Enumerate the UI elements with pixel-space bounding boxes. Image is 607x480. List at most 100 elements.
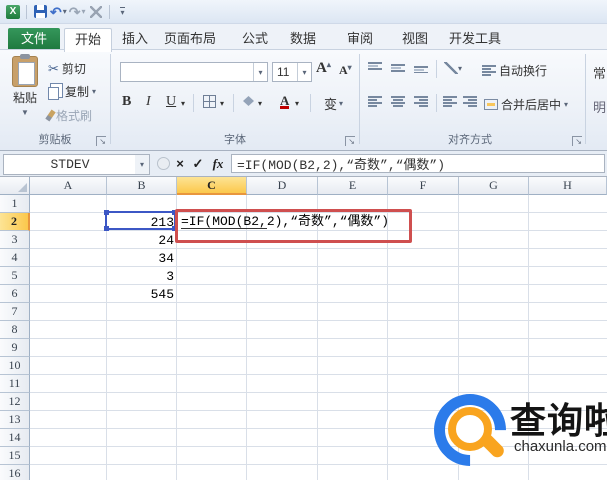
increase-indent-button[interactable] (463, 96, 477, 107)
borders-button[interactable] (203, 95, 216, 108)
row-header-14[interactable]: 14 (0, 429, 30, 447)
column-header-G[interactable]: G (459, 177, 529, 195)
cell-B3[interactable]: 24 (108, 232, 174, 249)
decrease-indent-button[interactable] (443, 96, 457, 107)
watermark-title: 查询啦 (510, 401, 607, 441)
row-header-5[interactable]: 5 (0, 267, 30, 285)
select-all-corner[interactable] (0, 177, 30, 195)
selection-handle[interactable] (104, 226, 109, 231)
tab-home[interactable]: 开始 (64, 28, 112, 52)
tab-developer[interactable]: 开发工具 (442, 28, 508, 49)
tools-button[interactable] (88, 3, 104, 21)
alignment-dialog-launcher-icon[interactable]: ↘ (572, 136, 582, 146)
copy-label: 复制 (65, 85, 90, 99)
align-left-button[interactable] (368, 96, 382, 107)
tab-review[interactable]: 审阅 (340, 28, 380, 49)
column-header-H[interactable]: H (529, 177, 607, 195)
tab-insert[interactable]: 插入 (116, 28, 154, 49)
insert-function-button[interactable]: fx (208, 154, 228, 173)
formula-input[interactable]: =IF(MOD(B2,2),“奇数”,“偶数”) (231, 154, 605, 173)
font-size-combo[interactable]: 11 ▾ (272, 62, 312, 82)
row-header-9[interactable]: 9 (0, 339, 30, 357)
format-painter-button[interactable]: 格式刷 (45, 107, 93, 124)
cut-button[interactable]: ✂ 剪切 (48, 60, 86, 77)
format-painter-label: 格式刷 (56, 109, 93, 123)
phonetic-button[interactable]: 变 ▾ (324, 94, 343, 113)
tab-page-layout[interactable]: 页面布局 (160, 28, 220, 49)
cell-B6[interactable]: 545 (108, 286, 174, 303)
save-button[interactable] (32, 3, 48, 21)
clipboard-group-label: 剪贴板 (38, 134, 72, 146)
column-header-A[interactable]: A (30, 177, 107, 195)
paste-dropdown-icon: ▼ (21, 108, 29, 117)
font-color-button[interactable]: A (280, 94, 290, 109)
increase-indent-icon (463, 96, 477, 107)
bold-button[interactable]: B (122, 94, 131, 110)
row-header-2[interactable]: 2 (0, 213, 30, 231)
cell-B4[interactable]: 34 (108, 250, 174, 267)
fill-color-button[interactable] (243, 96, 254, 106)
shrink-font-button[interactable]: A ▾ (339, 63, 352, 78)
name-box[interactable]: STDEV (3, 154, 137, 175)
undo-button[interactable]: ↶ ▾ (50, 3, 67, 21)
row-header-15[interactable]: 15 (0, 447, 30, 465)
font-color-dropdown-icon[interactable]: ▾ (295, 99, 299, 108)
middle-align-button[interactable] (391, 62, 405, 73)
cancel-button[interactable]: × (172, 154, 188, 173)
bottom-align-button[interactable] (414, 62, 428, 73)
underline-dropdown-icon[interactable]: ▾ (181, 99, 185, 108)
borders-dropdown-icon[interactable]: ▾ (220, 99, 224, 108)
row-header-8[interactable]: 8 (0, 321, 30, 339)
tab-data[interactable]: 数据 (283, 28, 323, 49)
font-dialog-launcher-icon[interactable]: ↘ (345, 136, 355, 146)
column-header-B[interactable]: B (107, 177, 177, 195)
align-center-button[interactable] (391, 96, 405, 107)
row-header-10[interactable]: 10 (0, 357, 30, 375)
tab-formulas[interactable]: 公式 (236, 28, 274, 49)
font-name-combo[interactable]: ▾ (120, 62, 268, 82)
italic-button[interactable]: I (146, 94, 151, 110)
number-format-combo[interactable]: 常 (593, 63, 606, 82)
grow-font-button[interactable]: A ▴ (316, 60, 331, 77)
align-right-button[interactable] (414, 96, 428, 107)
row-header-4[interactable]: 4 (0, 249, 30, 267)
copy-button[interactable]: 复制 ▾ (48, 83, 96, 100)
accounting-format-button[interactable]: 明 (593, 97, 606, 116)
row-header-7[interactable]: 7 (0, 303, 30, 321)
selection-handle[interactable] (104, 210, 109, 215)
column-header-C[interactable]: C (177, 177, 247, 195)
merge-center-button[interactable]: 合并后居中 ▾ (484, 96, 568, 113)
column-header-E[interactable]: E (318, 177, 388, 195)
clipboard-dialog-launcher-icon[interactable]: ↘ (96, 136, 106, 146)
row-header-12[interactable]: 12 (0, 393, 30, 411)
cell-B5[interactable]: 3 (108, 268, 174, 285)
row-header-16[interactable]: 16 (0, 465, 30, 480)
orientation-button[interactable]: ▾ (444, 62, 462, 74)
watermark: 查询啦 chaxunla.com (419, 379, 607, 480)
underline-button[interactable]: U (166, 94, 176, 110)
paste-button[interactable]: 粘贴 ▼ (6, 54, 44, 117)
redo-button[interactable]: ↷ ▾ (69, 3, 86, 21)
qat-customize-button[interactable]: ▾ (115, 3, 131, 21)
tab-view[interactable]: 视图 (396, 28, 434, 49)
row-header-1[interactable]: 1 (0, 195, 30, 213)
row-header-13[interactable]: 13 (0, 411, 30, 429)
font-size-dropdown-icon: ▾ (297, 63, 311, 81)
row-header-11[interactable]: 11 (0, 375, 30, 393)
tab-file[interactable]: 文件 (8, 28, 60, 49)
row-header-6[interactable]: 6 (0, 285, 30, 303)
top-align-button[interactable] (368, 62, 382, 73)
decrease-indent-icon (443, 96, 457, 107)
fill-color-dropdown-icon[interactable]: ▾ (258, 99, 262, 108)
titlebar: X ↶ ▾ ↷ ▾ ▾ (0, 0, 607, 24)
column-header-D[interactable]: D (247, 177, 318, 195)
scissors-icon: ✂ (48, 60, 59, 76)
cell-B2-reference-border[interactable] (104, 210, 177, 231)
wrap-text-button[interactable]: 自动换行 (482, 62, 547, 79)
excel-logo-icon[interactable]: X (5, 3, 21, 21)
row-header-3[interactable]: 3 (0, 231, 30, 249)
name-box-dropdown-icon[interactable]: ▾ (135, 154, 150, 175)
column-header-F[interactable]: F (388, 177, 459, 195)
enter-button[interactable]: ✓ (190, 154, 206, 173)
fill-color-icon (243, 96, 254, 106)
